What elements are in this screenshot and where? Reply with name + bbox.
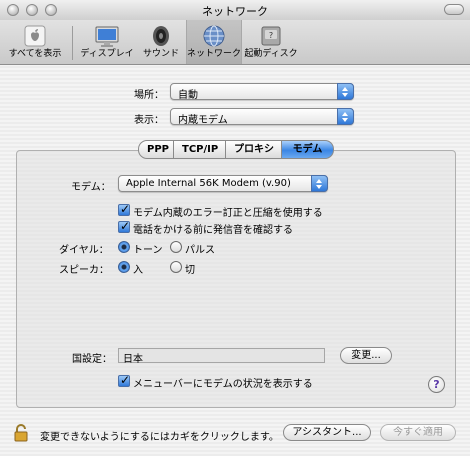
dialing-label: ダイヤル： xyxy=(59,245,109,256)
dialing-tone-label: トーン xyxy=(133,245,163,256)
menubar-status-checkbox[interactable] xyxy=(118,373,130,387)
modem-value: Apple Internal 56K Modem (v.90) xyxy=(126,178,291,189)
toolbar-toggle-button[interactable] xyxy=(444,4,464,15)
location-popup[interactable]: 自動 xyxy=(170,83,354,101)
popup-arrows-icon xyxy=(311,175,328,192)
toolbar-separator xyxy=(72,26,73,60)
speaker-label: スピーカ： xyxy=(59,265,109,276)
country-value: 日本 xyxy=(123,354,143,365)
modem-popup[interactable]: Apple Internal 56K Modem (v.90) xyxy=(118,175,328,192)
apply-now-button[interactable]: 今すぐ適用 xyxy=(380,424,456,441)
toolbar-show-all[interactable]: すべてを表示 xyxy=(4,20,66,64)
help-button[interactable]: ? xyxy=(428,376,445,393)
toolbar-label: 起動ディスク xyxy=(244,49,298,59)
location-label: 場所： xyxy=(134,90,164,101)
error-correction-label: モデム内蔵のエラー訂正と圧縮を使用する xyxy=(133,208,323,219)
speaker-off-radio[interactable] xyxy=(170,261,182,273)
show-value: 内蔵モデム xyxy=(178,115,228,126)
change-country-button[interactable]: 変更... xyxy=(340,347,392,364)
svg-text:?: ? xyxy=(269,31,273,40)
popup-arrows-icon xyxy=(337,83,354,100)
speaker-on-label: 入 xyxy=(133,265,143,276)
toolbar-label: すべてを表示 xyxy=(8,49,62,59)
display-icon xyxy=(95,26,119,47)
unlocked-padlock-icon[interactable] xyxy=(14,424,30,442)
toolbar-startup-disk[interactable]: ? 起動ディスク xyxy=(242,20,300,64)
system-preferences-window: ネットワーク すべてを表示 ディスプレイ サウンド ネットワーク ? 起動ディス… xyxy=(0,0,470,456)
tab-modem[interactable]: モデム xyxy=(282,140,334,159)
assistant-button[interactable]: アシスタント... xyxy=(283,424,371,441)
location-value: 自動 xyxy=(178,90,198,101)
speaker-on-radio[interactable] xyxy=(118,261,130,273)
show-popup[interactable]: 内蔵モデム xyxy=(170,108,354,126)
toolbar-label: ネットワーク xyxy=(187,49,242,59)
toolbar-network[interactable]: ネットワーク xyxy=(186,20,242,64)
sound-icon xyxy=(153,26,169,46)
toolbar-sound[interactable]: サウンド xyxy=(138,20,184,64)
speaker-off-label: 切 xyxy=(185,265,195,276)
error-correction-checkbox[interactable] xyxy=(118,202,130,216)
dial-tone-checkbox[interactable] xyxy=(118,219,130,233)
tab-ppp[interactable]: PPP xyxy=(138,140,174,159)
tab-bar: PPP TCP/IP プロキシ モデム xyxy=(138,140,334,159)
dialing-pulse-radio[interactable] xyxy=(170,241,182,253)
toolbar-label: サウンド xyxy=(142,49,179,59)
country-label: 国設定： xyxy=(72,354,112,365)
tab-tcpip[interactable]: TCP/IP xyxy=(174,140,226,159)
toolbar-display[interactable]: ディスプレイ xyxy=(78,20,136,64)
popup-arrows-icon xyxy=(337,108,354,125)
dialing-tone-radio[interactable] xyxy=(118,241,130,253)
show-all-icon xyxy=(24,25,46,47)
dial-tone-label: 電話をかける前に発信音を確認する xyxy=(133,225,293,236)
show-label: 表示： xyxy=(134,115,164,126)
modem-label: モデム： xyxy=(71,182,111,193)
preferences-toolbar: すべてを表示 ディスプレイ サウンド ネットワーク ? 起動ディスク xyxy=(0,20,470,65)
lock-instruction-text: 変更できないようにするにはカギをクリックします。 xyxy=(40,432,279,443)
dialing-pulse-label: パルス xyxy=(185,245,215,256)
toolbar-label: ディスプレイ xyxy=(80,49,134,59)
menubar-status-label: メニューバーにモデムの状況を表示する xyxy=(133,379,313,390)
tab-proxy[interactable]: プロキシ xyxy=(226,140,282,159)
country-field: 日本 xyxy=(118,348,325,365)
window-title: ネットワーク xyxy=(202,5,268,18)
title-bar: ネットワーク xyxy=(0,0,470,21)
startup-disk-icon: ? xyxy=(261,26,281,46)
network-icon xyxy=(203,25,225,47)
